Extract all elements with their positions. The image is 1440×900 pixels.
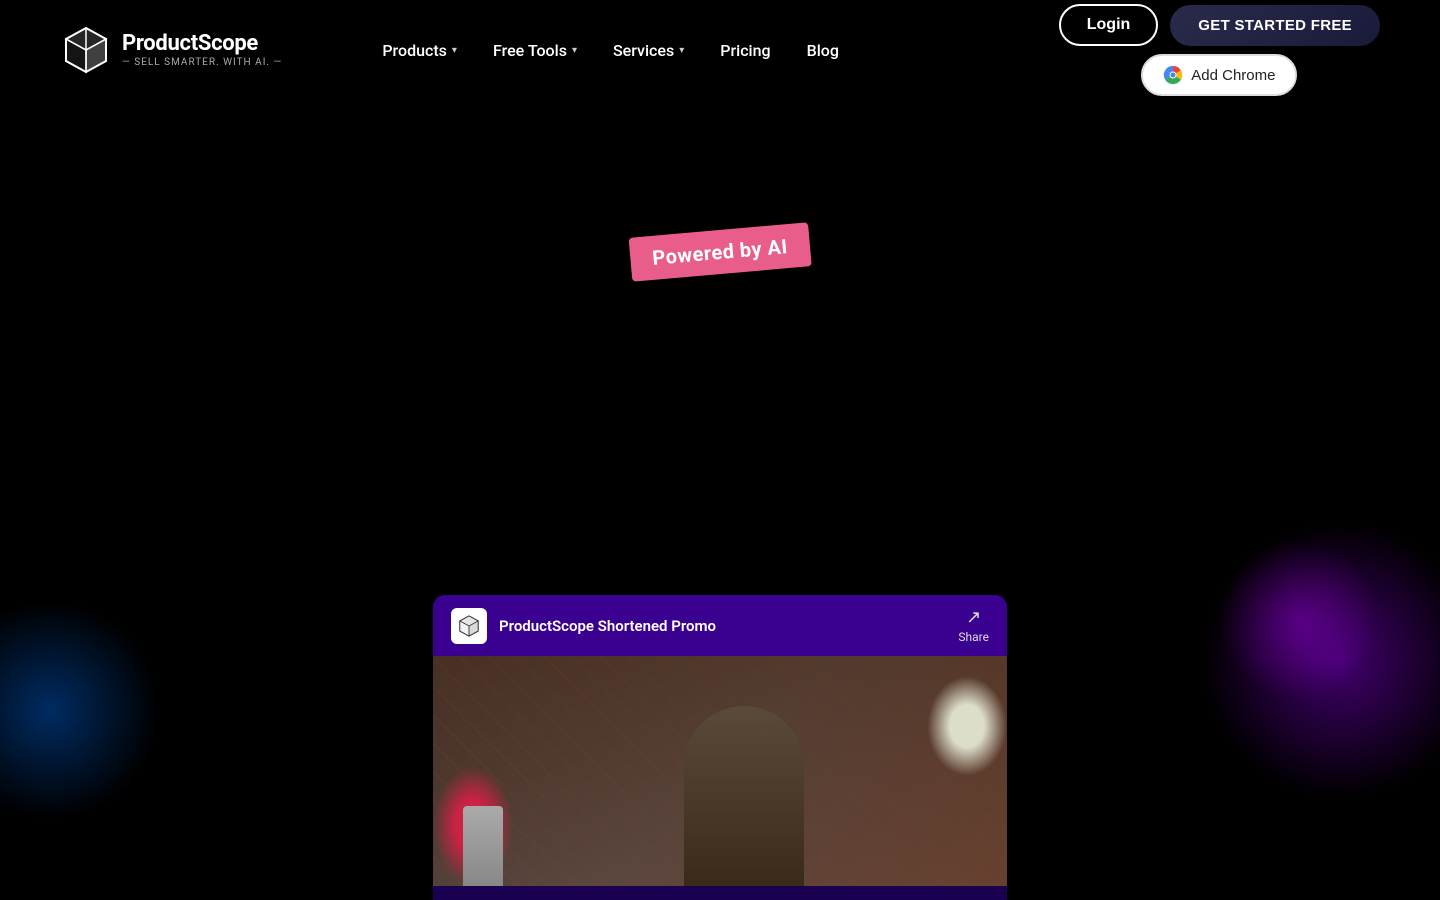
video-header: ProductScope Shortened Promo ↗ Share [433, 595, 1007, 656]
bg-glow-right2 [1220, 540, 1380, 700]
video-channel-logo [451, 608, 487, 644]
login-button[interactable]: Login [1059, 4, 1159, 46]
video-title: ProductScope Shortened Promo [499, 617, 716, 635]
video-header-left: ProductScope Shortened Promo [451, 608, 716, 644]
video-thumbnail[interactable] [433, 656, 1007, 886]
nav-blog[interactable]: Blog [807, 41, 839, 60]
chrome-icon [1163, 65, 1183, 85]
get-started-button[interactable]: GET STARTED FREE [1170, 5, 1380, 46]
nav-links: Products ▾ Free Tools ▾ Services ▾ Prici… [382, 41, 1058, 60]
logo-text: ProductScope — SELL SMARTER. WITH AI. — [122, 32, 282, 67]
logo[interactable]: ProductScope — SELL SMARTER. WITH AI. — [60, 24, 282, 76]
video-person [684, 706, 804, 886]
video-embed[interactable]: ProductScope Shortened Promo ↗ Share [433, 595, 1007, 900]
add-chrome-label: Add Chrome [1191, 67, 1275, 84]
nav-free-tools[interactable]: Free Tools ▾ [493, 41, 577, 60]
video-product [463, 806, 503, 886]
logo-icon [60, 24, 112, 76]
share-icon: ↗ [966, 607, 981, 628]
chevron-down-icon: ▾ [452, 45, 457, 56]
chevron-down-icon: ▾ [572, 45, 577, 56]
brand-tagline: — SELL SMARTER. WITH AI. — [122, 57, 282, 68]
video-share-button[interactable]: ↗ Share [958, 607, 989, 644]
video-flowers-right [927, 676, 1007, 776]
nav-pricing[interactable]: Pricing [720, 41, 770, 60]
powered-by-ai-badge: Powered by AI [629, 222, 812, 281]
nav-products[interactable]: Products ▾ [382, 41, 457, 60]
add-chrome-button[interactable]: Add Chrome [1141, 54, 1297, 96]
bg-glow-left [0, 600, 160, 820]
nav-row1: Login GET STARTED FREE [1059, 4, 1380, 46]
brand-name: ProductScope [122, 32, 282, 56]
bg-glow-right [1200, 520, 1440, 800]
navbar: ProductScope — SELL SMARTER. WITH AI. — … [0, 0, 1440, 100]
nav-services[interactable]: Services ▾ [613, 41, 684, 60]
nav-actions: Login GET STARTED FREE Add Chro [1059, 4, 1380, 96]
chevron-down-icon: ▾ [679, 45, 684, 56]
